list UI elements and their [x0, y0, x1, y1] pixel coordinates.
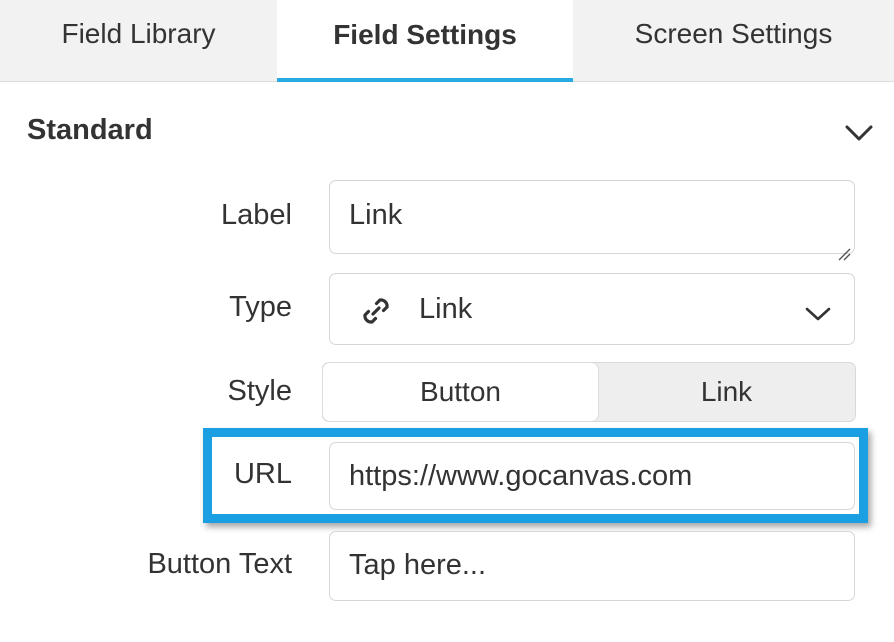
tab-field-settings[interactable]: Field Settings [277, 0, 573, 82]
style-field-label: Style [227, 375, 292, 407]
button-text-value: Tap here... [349, 549, 487, 581]
section-title: Standard [27, 114, 153, 146]
style-segmented-control: Button Link [322, 362, 856, 422]
type-field-label: Type [229, 291, 292, 323]
resize-grip-icon[interactable] [837, 236, 851, 261]
section-header[interactable]: Standard [0, 100, 894, 164]
link-icon [357, 292, 395, 330]
type-value: Link [419, 293, 473, 325]
tab-label: Field Settings [333, 19, 517, 50]
button-text-input[interactable]: Tap here... [329, 531, 855, 601]
segment-label: Link [700, 376, 753, 407]
label-value: Link [349, 199, 403, 231]
tab-label: Field Library [61, 18, 216, 49]
label-textarea[interactable]: Link [329, 180, 855, 261]
button-text-field-label: Button Text [147, 548, 292, 580]
chevron-down-icon[interactable] [842, 118, 876, 148]
url-field-label: URL [233, 458, 292, 490]
url-value: https://www.gocanvas.com [349, 460, 693, 492]
tab-field-library[interactable]: Field Library [0, 0, 277, 80]
tab-label: Screen Settings [634, 18, 833, 49]
url-input[interactable]: https://www.gocanvas.com [329, 442, 855, 510]
label-field-label: Label [221, 199, 292, 231]
type-select[interactable]: Link [329, 273, 855, 345]
chevron-down-icon [804, 300, 832, 322]
style-option-button[interactable]: Button [323, 363, 598, 421]
style-option-link[interactable]: Link [598, 363, 855, 421]
tab-screen-settings[interactable]: Screen Settings [573, 0, 894, 80]
tab-bar: Field Library Field Settings Screen Sett… [0, 0, 894, 82]
segment-label: Button [420, 376, 501, 407]
